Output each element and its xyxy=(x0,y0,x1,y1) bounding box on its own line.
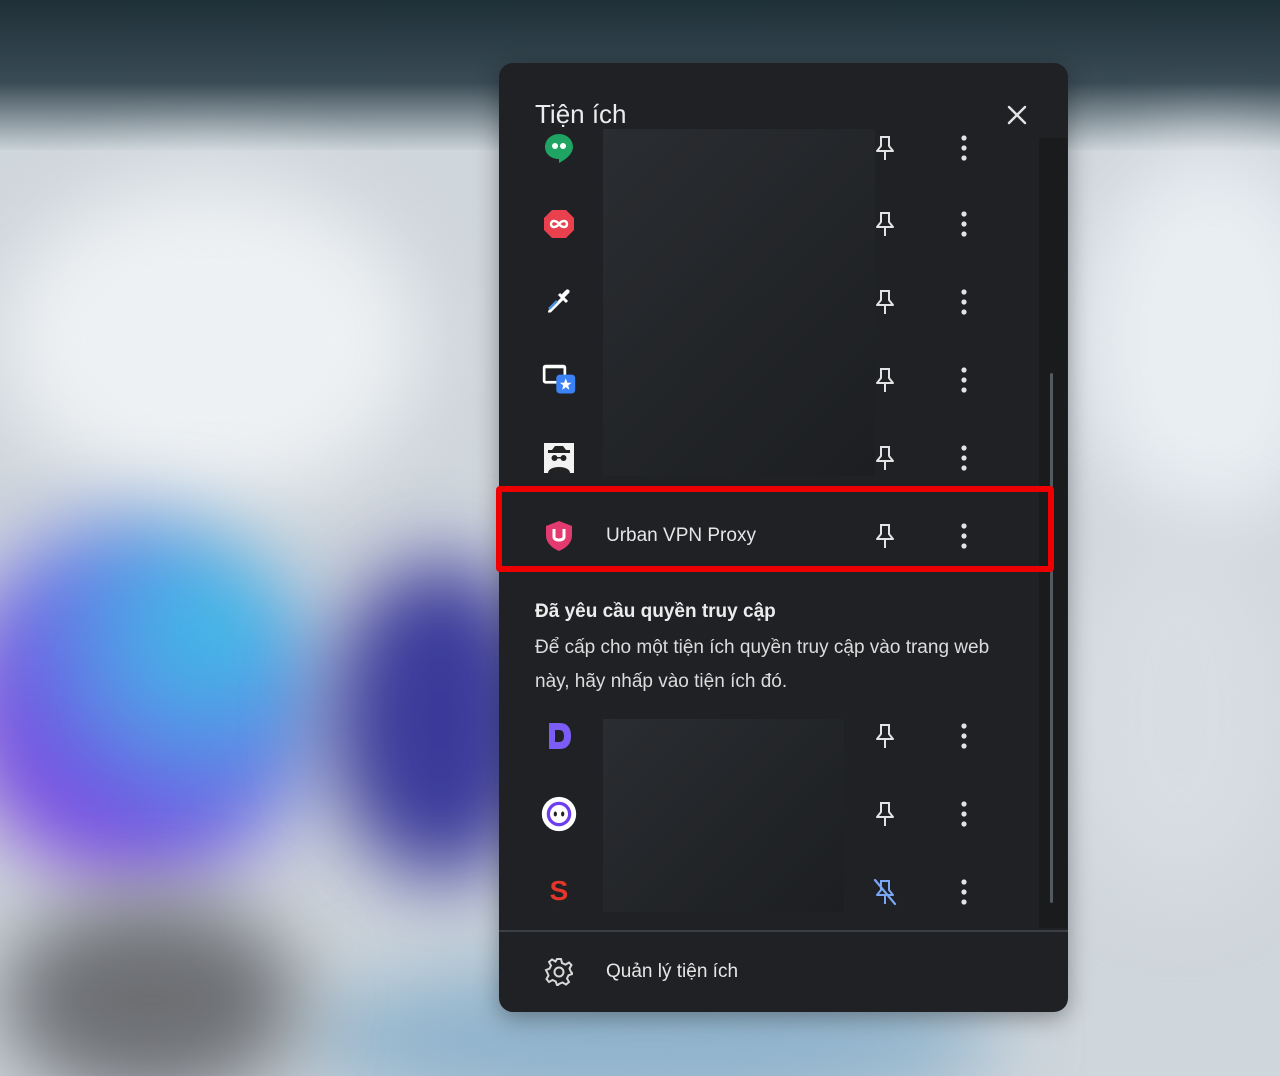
redacted-names-block xyxy=(603,719,844,912)
pin-icon xyxy=(876,446,894,470)
pin-icon xyxy=(876,802,894,826)
pin-button[interactable] xyxy=(871,799,899,829)
letter-d-icon xyxy=(541,718,577,754)
more-options-button[interactable] xyxy=(950,209,978,239)
pinned-icon xyxy=(873,878,897,906)
seo-s-icon: S SEO xyxy=(541,874,577,910)
more-options-button[interactable] xyxy=(950,443,978,473)
pin-button[interactable] xyxy=(871,443,899,473)
access-section-description: Để cấp cho một tiện ích quyền truy cập v… xyxy=(535,637,990,692)
more-vertical-icon xyxy=(961,723,967,749)
manage-extensions-button[interactable]: Quản lý tiện ích xyxy=(499,939,1068,1003)
robot-face-icon xyxy=(541,796,577,832)
urban-vpn-shield-icon xyxy=(541,518,577,554)
unpin-button[interactable] xyxy=(871,877,899,907)
more-vertical-icon xyxy=(961,879,967,905)
more-vertical-icon xyxy=(961,135,967,161)
pin-button[interactable] xyxy=(871,209,899,239)
access-section-heading: Đã yêu cầu quyền truy cập xyxy=(535,601,776,622)
more-options-button[interactable] xyxy=(950,287,978,317)
extension-name: Urban VPN Proxy xyxy=(606,525,756,546)
pin-icon xyxy=(876,368,894,392)
more-options-button[interactable] xyxy=(950,799,978,829)
scroll-track[interactable] xyxy=(1039,138,1067,928)
more-vertical-icon xyxy=(961,211,967,237)
pin-icon xyxy=(876,524,894,548)
svg-text:SEO: SEO xyxy=(549,899,568,908)
more-options-button[interactable] xyxy=(950,365,978,395)
more-vertical-icon xyxy=(961,289,967,315)
pin-icon xyxy=(876,290,894,314)
more-vertical-icon xyxy=(961,801,967,827)
redacted-names-block xyxy=(603,129,875,476)
more-options-button[interactable] xyxy=(950,521,978,551)
more-options-button[interactable] xyxy=(950,721,978,751)
pin-icon xyxy=(876,136,894,160)
google-hangouts-icon xyxy=(541,130,577,166)
extensions-menu: Tiện ích Urban VPN Proxy Đã yêu cầu quyề… xyxy=(496,63,1068,1012)
gear-icon xyxy=(543,956,575,988)
scrollbar-thumb[interactable] xyxy=(1050,373,1053,903)
incognito-spy-icon xyxy=(541,440,577,476)
more-vertical-icon xyxy=(961,445,967,471)
pin-icon xyxy=(876,724,894,748)
window-star-icon xyxy=(541,362,577,398)
more-options-button[interactable] xyxy=(950,133,978,163)
pin-button[interactable] xyxy=(871,521,899,551)
pin-button[interactable] xyxy=(871,287,899,317)
pin-button[interactable] xyxy=(871,133,899,163)
manage-extensions-label: Quản lý tiện ích xyxy=(606,961,739,982)
eyedropper-icon xyxy=(541,284,577,320)
footer-divider xyxy=(499,930,1068,932)
more-vertical-icon xyxy=(961,367,967,393)
pin-button[interactable] xyxy=(871,365,899,395)
infinity-hexagon-icon xyxy=(541,206,577,242)
more-options-button[interactable] xyxy=(950,877,978,907)
pin-icon xyxy=(876,212,894,236)
pin-button[interactable] xyxy=(871,721,899,751)
extension-row-urban-vpn[interactable]: Urban VPN Proxy xyxy=(499,503,1039,569)
more-vertical-icon xyxy=(961,523,967,549)
